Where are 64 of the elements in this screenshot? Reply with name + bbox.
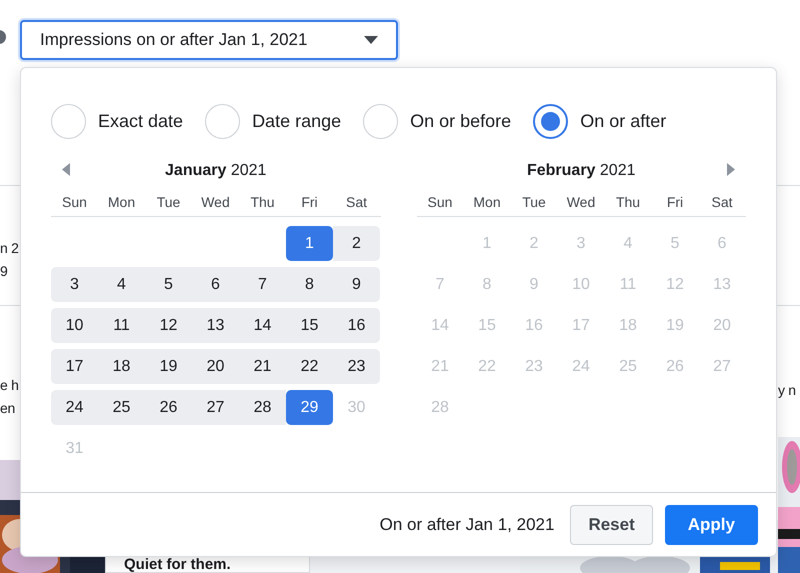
calendar-day[interactable]: 26 <box>145 390 192 425</box>
weekday-label: Tue <box>521 193 547 212</box>
text-fragment: 9 <box>0 262 8 281</box>
calendar-day[interactable]: 19 <box>145 349 192 384</box>
weekday-label: Sun <box>426 193 454 212</box>
filter-dropdown[interactable]: Impressions on or after Jan 1, 2021 <box>20 20 398 60</box>
calendar-day[interactable]: 7 <box>239 267 286 302</box>
next-month-button[interactable] <box>727 163 735 176</box>
card-caption: Quiet for them. <box>124 557 231 573</box>
calendar-day[interactable]: 29 <box>286 390 333 425</box>
calendar-day[interactable]: 4 <box>98 267 145 302</box>
text-fragment: n 2 <box>0 239 19 258</box>
weekday-label: Fri <box>300 193 319 212</box>
calendar-day[interactable]: 3 <box>51 267 98 302</box>
calendar-day[interactable]: 16 <box>333 308 380 343</box>
text-fragment: e h <box>0 376 19 395</box>
text-fragment: en <box>0 399 15 418</box>
calendar-day[interactable]: 14 <box>239 308 286 343</box>
text-fragment: y n <box>778 381 796 400</box>
caret-icon <box>364 36 378 44</box>
weekday-label: Wed <box>566 193 596 212</box>
prev-month-button[interactable] <box>62 163 70 176</box>
weekday-label: Mon <box>106 193 136 212</box>
calendar-day[interactable]: 22 <box>286 349 333 384</box>
reset-button[interactable]: Reset <box>570 504 653 544</box>
calendar-day[interactable]: 18 <box>98 349 145 384</box>
right-arrow-icon <box>727 163 735 176</box>
calendar-day[interactable]: 20 <box>192 349 239 384</box>
calendar-day[interactable]: 21 <box>239 349 286 384</box>
month-title: February 2021 <box>526 161 636 181</box>
apply-button[interactable]: Apply <box>664 504 758 544</box>
calendar-day[interactable]: 23 <box>333 349 380 384</box>
weekday-label: Mon <box>472 193 502 212</box>
calendar-day[interactable]: 5 <box>145 267 192 302</box>
calendar-day[interactable]: 10 <box>51 308 98 343</box>
calendar-day[interactable]: 25 <box>98 390 145 425</box>
weekday-label: Tue <box>156 193 182 212</box>
calendar-day[interactable]: 1 <box>286 226 333 261</box>
calendar-day[interactable]: 28 <box>239 390 286 425</box>
calendar-day[interactable]: 2 <box>333 226 380 261</box>
radio-option[interactable]: On or before <box>363 104 512 138</box>
calendar-day[interactable]: 15 <box>286 308 333 343</box>
calendar-day[interactable]: 12 <box>145 308 192 343</box>
weekday-label: Fri <box>666 193 684 212</box>
month-title: January 2021 <box>165 161 266 181</box>
weekday-label: Thu <box>249 193 276 212</box>
weekday-label: Thu <box>614 193 642 212</box>
calendar-day[interactable]: 6 <box>192 267 239 302</box>
weekday-label: Sat <box>710 193 734 212</box>
calendar-day[interactable]: 9 <box>333 267 380 302</box>
weekday-label: Wed <box>200 193 231 212</box>
weekday-label: Sat <box>344 193 368 212</box>
calendar-day[interactable]: 13 <box>192 308 239 343</box>
left-arrow-icon <box>62 163 70 176</box>
radio-option[interactable]: On or after <box>533 104 666 138</box>
radio-option[interactable]: Date range <box>205 104 342 138</box>
calendar-day[interactable]: 27 <box>192 390 239 425</box>
selection-summary: On or after Jan 1, 2021 <box>380 514 554 536</box>
calendar-day[interactable]: 24 <box>51 390 98 425</box>
radio-option[interactable]: Exact date <box>51 104 184 138</box>
calendar-day[interactable]: 17 <box>51 349 98 384</box>
calendar-day[interactable]: 8 <box>286 267 333 302</box>
weekday-label: Sun <box>61 193 88 212</box>
calendar-day[interactable]: 11 <box>98 308 145 343</box>
